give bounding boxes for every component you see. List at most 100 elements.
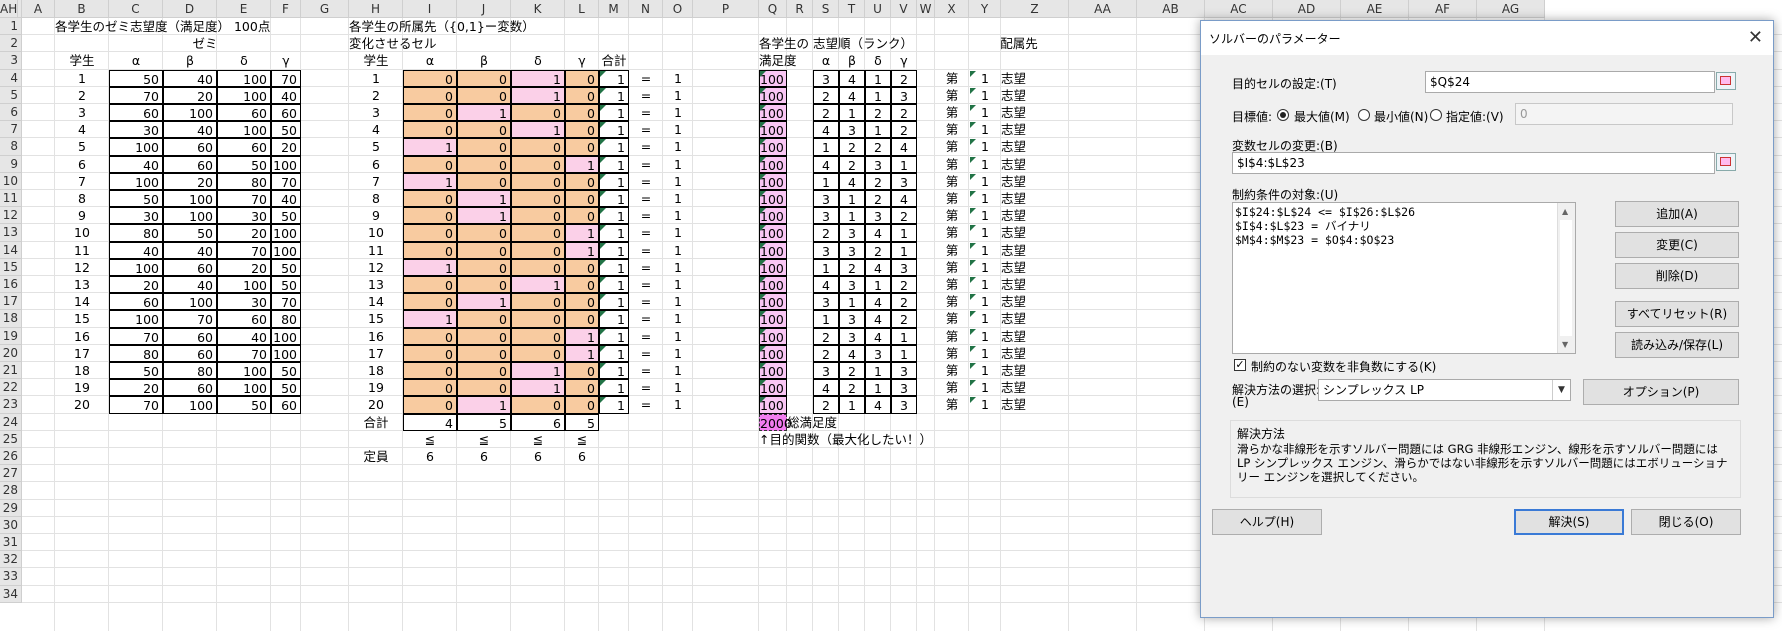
preference-cell[interactable]: 60: [163, 379, 217, 397]
preference-cell[interactable]: 40: [271, 190, 301, 208]
assignment-cell[interactable]: 0: [511, 396, 565, 414]
rhs-one[interactable]: 1: [663, 190, 693, 207]
column-header-AB[interactable]: AB: [1137, 0, 1205, 18]
assigned-rank[interactable]: 1: [969, 121, 1001, 138]
preference-suffix[interactable]: 志望: [1001, 276, 1069, 293]
load-save-button[interactable]: 読み込み/保存(L): [1615, 332, 1739, 358]
preference-cell[interactable]: 100: [109, 172, 163, 190]
preference-suffix[interactable]: 志望: [1001, 293, 1069, 310]
rank-cell[interactable]: 2: [865, 241, 891, 259]
assignment-cell[interactable]: 0: [403, 104, 457, 122]
rank-cell[interactable]: 3: [839, 310, 865, 328]
assigned-rank[interactable]: 1: [969, 87, 1001, 104]
student-id[interactable]: 18: [55, 362, 109, 379]
rank-cell[interactable]: 1: [865, 276, 891, 294]
row-header-26[interactable]: 26: [0, 448, 22, 466]
rank-cell[interactable]: 4: [865, 396, 891, 414]
value-of-input[interactable]: 0: [1515, 103, 1733, 125]
rank-cell[interactable]: 1: [839, 190, 865, 208]
preference-cell[interactable]: 100: [109, 258, 163, 276]
rank-cell[interactable]: 1: [813, 172, 839, 190]
rank-cell[interactable]: 1: [891, 344, 917, 362]
assignment-cell[interactable]: 0: [565, 276, 599, 294]
assignment-cell[interactable]: 0: [403, 344, 457, 362]
total-satisfaction-cell[interactable]: 2000: [759, 413, 792, 431]
column-header-J[interactable]: J: [457, 0, 511, 18]
preference-suffix[interactable]: 志望: [1001, 87, 1069, 104]
preference-cell[interactable]: 80: [163, 362, 217, 380]
row-header-23[interactable]: 23: [0, 396, 22, 414]
preference-cell[interactable]: 60: [163, 258, 217, 276]
assignment-cell[interactable]: 1: [565, 155, 599, 173]
assignment-cell[interactable]: 0: [457, 155, 511, 173]
student-id[interactable]: 16: [55, 328, 109, 345]
student-id-2[interactable]: 14: [349, 293, 403, 310]
rank-cell[interactable]: 2: [813, 86, 839, 104]
row-header-3[interactable]: 3: [0, 52, 22, 70]
rank-cell[interactable]: 2: [891, 104, 917, 122]
row-header-4[interactable]: 4: [0, 69, 22, 87]
preference-cell[interactable]: 100: [163, 293, 217, 311]
column-header-X[interactable]: X: [935, 0, 969, 18]
ordinal-prefix[interactable]: 第: [935, 224, 969, 241]
row-header-17[interactable]: 17: [0, 293, 22, 311]
assignment-cell[interactable]: 0: [511, 138, 565, 156]
rank-cell[interactable]: 3: [891, 86, 917, 104]
equals-sign[interactable]: =: [629, 276, 663, 293]
assignment-cell[interactable]: 0: [565, 379, 599, 397]
preference-cell[interactable]: 50: [217, 396, 271, 414]
ordinal-prefix[interactable]: 第: [935, 138, 969, 155]
student-id[interactable]: 7: [55, 173, 109, 190]
rank-greek-2[interactable]: δ: [865, 52, 891, 69]
column-header-L[interactable]: L: [565, 0, 599, 18]
equals-sign[interactable]: =: [629, 345, 663, 362]
close-button[interactable]: 閉じる(O): [1631, 509, 1741, 535]
preference-cell[interactable]: 100: [271, 344, 301, 362]
row-header-13[interactable]: 13: [0, 224, 22, 242]
column-header-H[interactable]: H: [349, 0, 403, 18]
assigned-rank[interactable]: 1: [969, 293, 1001, 310]
equals-sign[interactable]: =: [629, 138, 663, 155]
preference-cell[interactable]: 30: [109, 121, 163, 139]
rank-cell[interactable]: 3: [865, 155, 891, 173]
assigned-rank[interactable]: 1: [969, 310, 1001, 327]
preference-cell[interactable]: 60: [109, 104, 163, 122]
assignment-cell[interactable]: 0: [511, 104, 565, 122]
preference-cell[interactable]: 40: [217, 327, 271, 345]
preference-cell[interactable]: 70: [109, 396, 163, 414]
assignment-cell[interactable]: 0: [403, 69, 457, 87]
greek-header-2-3[interactable]: γ: [565, 52, 599, 69]
ordinal-prefix[interactable]: 第: [935, 104, 969, 121]
assignment-cell[interactable]: 0: [511, 155, 565, 173]
equals-sign[interactable]: =: [629, 121, 663, 138]
student-id-2[interactable]: 5: [349, 138, 403, 155]
rank-cell[interactable]: 2: [813, 396, 839, 414]
assignment-cell[interactable]: 1: [457, 207, 511, 225]
column-header-W[interactable]: W: [917, 0, 935, 18]
solve-button[interactable]: 解決(S): [1514, 509, 1624, 535]
assignment-cell[interactable]: 0: [511, 310, 565, 328]
assignment-cell[interactable]: 0: [457, 276, 511, 294]
row-header-19[interactable]: 19: [0, 327, 22, 345]
preference-cell[interactable]: 100: [217, 362, 271, 380]
rank-cell[interactable]: 2: [813, 224, 839, 242]
assignment-cell[interactable]: 0: [403, 207, 457, 225]
rank-cell[interactable]: 1: [839, 104, 865, 122]
rank-cell[interactable]: 2: [891, 276, 917, 294]
rank-cell[interactable]: 4: [839, 172, 865, 190]
student-id[interactable]: 11: [55, 242, 109, 259]
rhs-one[interactable]: 1: [663, 242, 693, 259]
column-header-S[interactable]: S: [813, 0, 839, 18]
value-of-radio[interactable]: [1430, 109, 1442, 121]
rank-cell[interactable]: 3: [839, 241, 865, 259]
le-sign[interactable]: ≦: [403, 431, 457, 448]
ordinal-prefix[interactable]: 第: [935, 242, 969, 259]
row-header-15[interactable]: 15: [0, 258, 22, 276]
rank-greek-3[interactable]: γ: [891, 52, 917, 69]
preference-suffix[interactable]: 志望: [1001, 138, 1069, 155]
scroll-up-icon[interactable]: ▲: [1562, 207, 1568, 216]
assignment-cell[interactable]: 1: [565, 224, 599, 242]
row-header-27[interactable]: 27: [0, 465, 22, 483]
rank-cell[interactable]: 1: [891, 155, 917, 173]
rank-cell[interactable]: 2: [813, 104, 839, 122]
